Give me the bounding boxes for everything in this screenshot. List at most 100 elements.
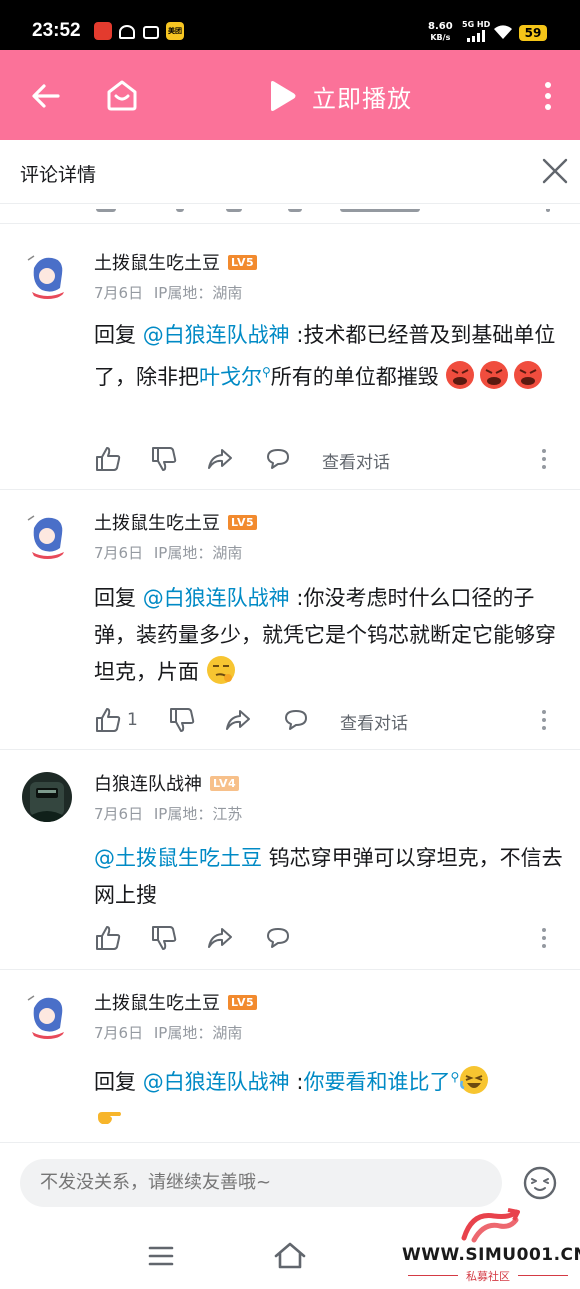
play-now-button[interactable]: 立即播放: [266, 76, 412, 116]
comment-date: 7月6日: [94, 805, 144, 823]
meituan-icon: 美团: [166, 22, 184, 40]
username-line: 白狼连队战神 LV4: [94, 770, 240, 796]
comment-item: 土拨鼠生吃土豆 LV5 7月6日 IP属地：湖南 回复 @白狼连队战神 :你要看…: [0, 970, 580, 1142]
thumbs-up-icon[interactable]: [94, 706, 122, 734]
angry-face-emoji-icon: [514, 361, 543, 389]
reply-prefix: 回复: [94, 323, 143, 347]
status-time: 23:52: [32, 20, 81, 41]
battery-icon: 59: [519, 25, 547, 41]
thumbs-up-icon[interactable]: [94, 924, 122, 952]
tv-icon: [143, 26, 159, 39]
comment-text: 回复 @白狼连队战神 :技术都已经普及到基础单位了，除非把叶戈尔⚲所有的单位都摧…: [94, 317, 564, 396]
play-icon: [271, 81, 296, 111]
reply-comment-icon[interactable]: [264, 924, 292, 952]
comment-date: 7月6日: [94, 1024, 144, 1042]
comment-text: 回复 @白狼连队战神 :你没考虑时什么口径的子弹，装药量多少，就凭它是个钨芯就断…: [94, 580, 564, 691]
level-badge: LV4: [210, 775, 240, 791]
share-icon[interactable]: [224, 706, 252, 734]
comment-detail-header: 评论详情: [0, 140, 580, 204]
search-keyword-link[interactable]: 你要看和谁比了: [303, 1070, 450, 1094]
search-mini-icon: ⚲: [450, 1070, 460, 1084]
comment-actions: 查看对话: [94, 445, 564, 475]
close-icon[interactable]: [540, 156, 570, 186]
comment-actions: 1 查看对话: [94, 706, 564, 736]
search-keyword-link[interactable]: 叶戈尔: [199, 365, 262, 389]
username[interactable]: 土拨鼠生吃土豆: [94, 989, 220, 1015]
more-vertical-icon[interactable]: [540, 447, 548, 471]
watermark-url: WWW.SIMU001.CN: [402, 1245, 580, 1265]
home-nav-icon[interactable]: [273, 1240, 307, 1270]
username[interactable]: 土拨鼠生吃土豆: [94, 509, 220, 535]
level-badge: LV5: [228, 514, 258, 530]
laughing-face-emoji-icon: [460, 1066, 489, 1094]
thumbs-down-icon[interactable]: [168, 706, 196, 734]
username-line: 土拨鼠生吃土豆 LV5: [94, 509, 258, 535]
reply-comment-icon[interactable]: [282, 706, 310, 734]
level-badge: LV5: [228, 254, 258, 270]
comment-item: 白狼连队战神 LV4 7月6日 IP属地：江苏 @土拨鼠生吃土豆 钨芯穿甲弹可以…: [0, 750, 580, 970]
view-dialog-link[interactable]: 查看对话: [322, 448, 390, 473]
more-vertical-icon[interactable]: [538, 78, 558, 114]
comment-text: 回复 @白狼连队战神 :你要看和谁比了⚲: [94, 1059, 564, 1138]
thumbs-down-icon[interactable]: [150, 924, 178, 952]
comment-date: 7月6日: [94, 544, 144, 562]
notification-app-icon: [94, 22, 112, 40]
comment-text-part: :: [289, 1070, 304, 1094]
mention-link[interactable]: @白狼连队战神: [143, 586, 290, 610]
avatar[interactable]: [22, 510, 72, 560]
hotspot-icon: [119, 25, 135, 39]
share-icon[interactable]: [206, 445, 234, 473]
watermark-subtitle: 私募社区: [400, 1268, 576, 1284]
wifi-icon: [494, 25, 512, 39]
network-type: 5G HD: [462, 20, 491, 29]
more-vertical-icon[interactable]: [540, 708, 548, 732]
back-arrow-icon[interactable]: [28, 78, 64, 114]
thumbs-down-icon[interactable]: [150, 445, 178, 473]
mention-link[interactable]: @土拨鼠生吃土豆: [94, 846, 262, 870]
top-bar: 立即播放: [0, 50, 580, 140]
comment-item: 土拨鼠生吃土豆 LV5 7月6日 IP属地：湖南 回复 @白狼连队战神 :你没考…: [0, 490, 580, 750]
username-line: 土拨鼠生吃土豆 LV5: [94, 249, 258, 275]
comment-meta: 7月6日 IP属地：江苏: [94, 803, 242, 824]
mention-link[interactable]: @白狼连队战神: [143, 323, 290, 347]
comment-text-part: 所有的单位都摧毁: [270, 365, 439, 389]
comment-meta: 7月6日 IP属地：湖南: [94, 282, 242, 303]
comment-text: @土拨鼠生吃土豆 钨芯穿甲弹可以穿坦克，不信去网上搜: [94, 840, 564, 914]
like-count: 1: [127, 710, 138, 730]
smirk-face-emoji-icon: [206, 656, 235, 684]
more-vertical-icon[interactable]: [540, 926, 548, 950]
comment-item: 土拨鼠生吃土豆 LV5 7月6日 IP属地：湖南 回复 @白狼连队战神 :技术都…: [0, 225, 580, 490]
comment-date: 7月6日: [94, 284, 144, 302]
level-badge: LV5: [228, 994, 258, 1010]
ip-location: IP属地：江苏: [153, 805, 243, 823]
menu-icon[interactable]: [148, 1245, 174, 1267]
page-title: 评论详情: [20, 164, 97, 186]
reply-comment-icon[interactable]: [264, 445, 292, 473]
reply-prefix: 回复: [94, 586, 143, 610]
angry-face-emoji-icon: [480, 361, 509, 389]
comment-actions: [94, 924, 564, 954]
signal-icon: [465, 30, 485, 42]
comment-meta: 7月6日 IP属地：湖南: [94, 542, 242, 563]
comment-input[interactable]: [20, 1159, 502, 1207]
avatar[interactable]: [22, 250, 72, 300]
username[interactable]: 白狼连队战神: [94, 770, 202, 796]
thumbs-up-icon[interactable]: [94, 445, 122, 473]
mention-link[interactable]: @白狼连队战神: [143, 1070, 290, 1094]
avatar[interactable]: [22, 990, 72, 1040]
ip-location: IP属地：湖南: [153, 1024, 243, 1042]
pointing-hand-emoji-icon: [98, 1112, 121, 1124]
avatar[interactable]: [22, 772, 72, 822]
net-speed: 8.60 KB/s: [428, 21, 453, 43]
status-bar: 23:52 美团 8.60 KB/s 5G HD 59: [0, 0, 580, 50]
home-icon[interactable]: [104, 77, 140, 113]
emoji-picker-icon[interactable]: [522, 1165, 558, 1201]
play-now-label: 立即播放: [312, 84, 412, 113]
username[interactable]: 土拨鼠生吃土豆: [94, 249, 220, 275]
ip-location: IP属地：湖南: [153, 284, 243, 302]
angry-face-emoji-icon: [446, 361, 475, 389]
previous-comment-actions: [0, 204, 580, 224]
net-speed-unit: KB/s: [430, 33, 451, 42]
view-dialog-link[interactable]: 查看对话: [340, 709, 408, 734]
share-icon[interactable]: [206, 924, 234, 952]
